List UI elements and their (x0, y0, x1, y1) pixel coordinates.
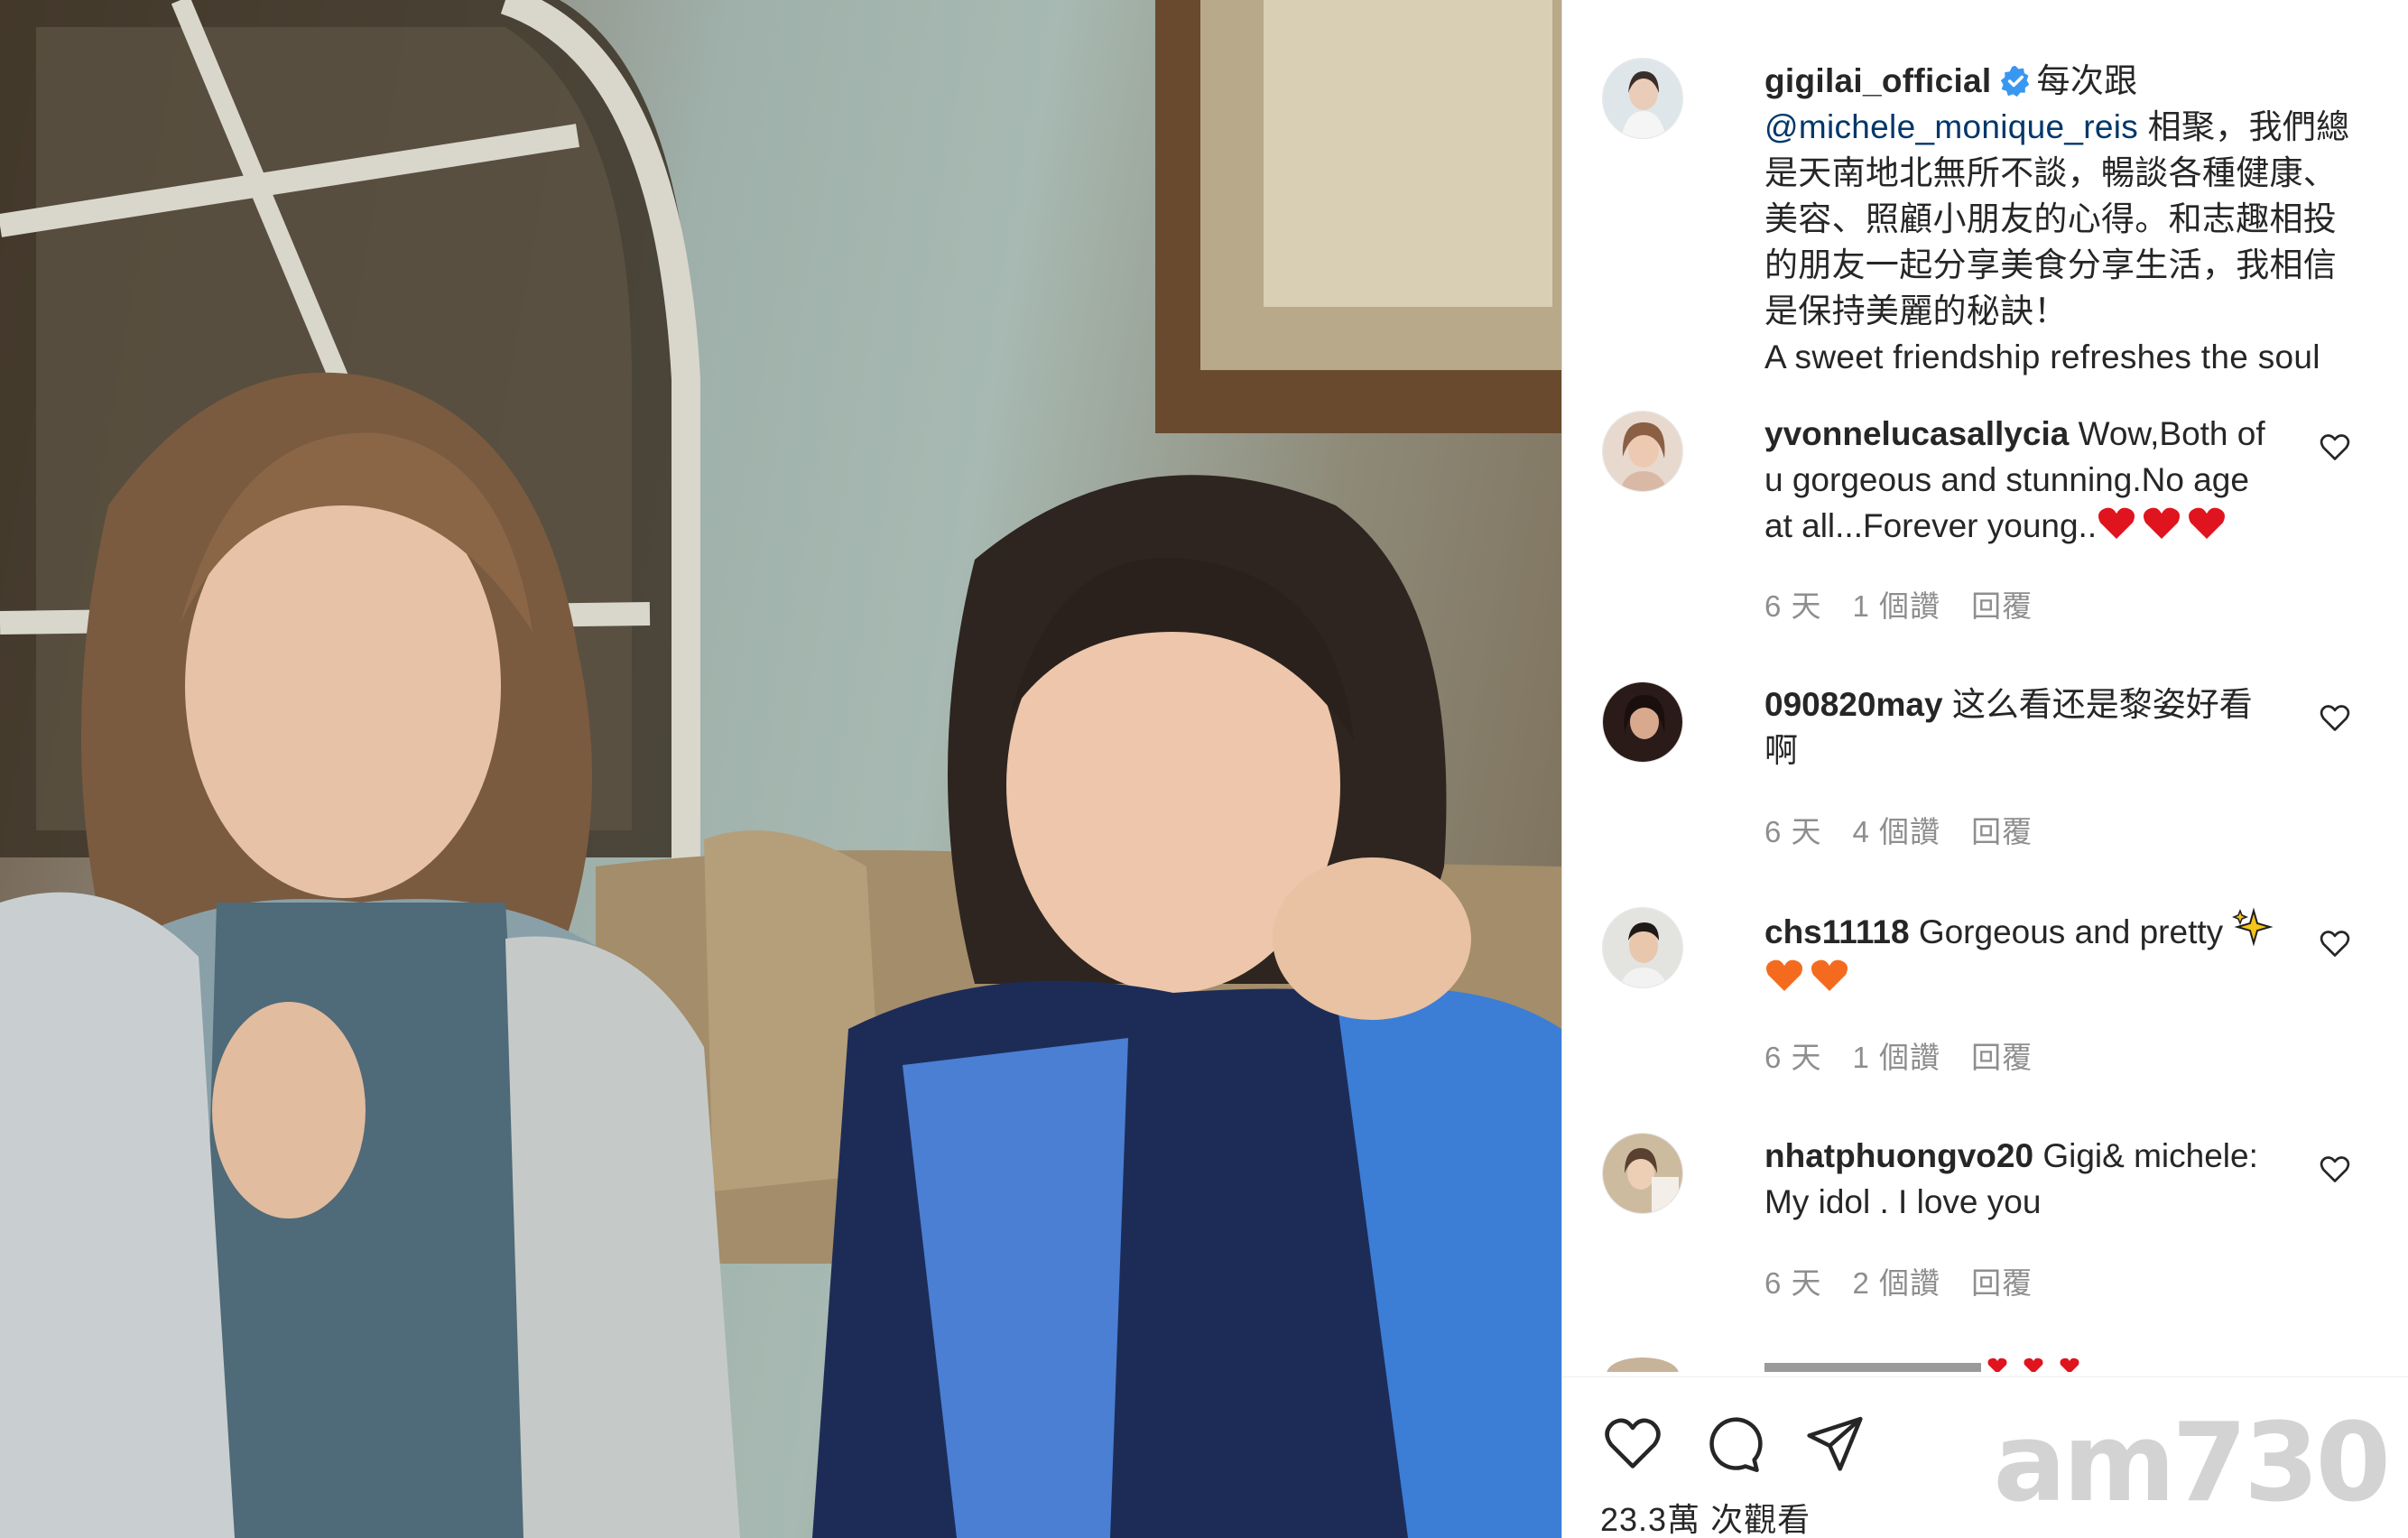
view-count-number: 23.3萬 (1600, 1501, 1701, 1538)
caption-mention-link[interactable]: @michele_monique_reis (1764, 108, 2138, 145)
comment-reply-button[interactable]: 回覆 (1971, 1041, 2033, 1074)
comment-likes[interactable]: 1 個讚 (1853, 1041, 1941, 1074)
commenter-avatar[interactable] (1602, 1133, 1683, 1214)
panel-divider (1562, 1376, 2408, 1377)
comment-item-partial (1602, 1354, 2387, 1372)
comment-time[interactable]: 6 天 (1764, 815, 1822, 848)
commenter-avatar[interactable] (1602, 411, 1683, 492)
comment-text: nhatphuongvo20 Gigi& michele: My idol . … (1764, 1133, 2288, 1225)
comment-time[interactable]: 6 天 (1764, 1041, 1822, 1074)
caption-text: gigilai_official 每次跟 @michele_monique_re… (1764, 58, 2378, 380)
caption-line: 是保持美麗的秘訣！ (1764, 292, 2068, 329)
share-icon[interactable] (1804, 1413, 1866, 1474)
like-heart-icon[interactable] (1602, 1413, 1663, 1474)
caption-line: 每次跟 (2036, 62, 2138, 99)
commenter-username[interactable]: yvonnelucasallycia (1764, 415, 2069, 452)
caption-line: 相聚，我們總 (2138, 108, 2350, 145)
comment-like-icon[interactable] (2319, 927, 2351, 959)
caption-line: A sweet friendship refreshes the soul (1764, 338, 2320, 375)
comment-time[interactable]: 6 天 (1764, 589, 1822, 623)
action-bar (1602, 1413, 1905, 1476)
comment-line: Gigi& michele: (2042, 1137, 2258, 1174)
comment-line: 这么看还是黎姿好看 (1951, 686, 2253, 723)
comment-line: 啊 (1764, 732, 1798, 769)
comment-icon[interactable] (1703, 1413, 1764, 1474)
caption-line: 美容、照顧小朋友的心得。和志趣相投 (1764, 200, 2338, 237)
avatar-image (1603, 682, 1682, 762)
view-count-label: 次觀看 (1710, 1501, 1811, 1538)
comment-time[interactable]: 6 天 (1764, 1266, 1822, 1300)
commenter-username[interactable]: nhatphuongvo20 (1764, 1137, 2033, 1174)
comment-reply-button[interactable]: 回覆 (1971, 815, 2033, 848)
comment-line: at all...Forever young.. (1764, 507, 2098, 544)
comment-likes[interactable]: 1 個讚 (1853, 589, 1941, 623)
comment-likes[interactable]: 2 個讚 (1853, 1266, 1941, 1300)
comment-likes[interactable]: 4 個讚 (1853, 815, 1941, 848)
comment-reply-button[interactable]: 回覆 (1971, 1266, 2033, 1300)
photo-illustration (0, 0, 1561, 1538)
post-photo[interactable] (0, 0, 1561, 1538)
commenter-username[interactable]: 090820may (1764, 686, 1943, 723)
comment-like-icon[interactable] (2319, 1153, 2351, 1185)
orange-hearts-emoji-icon (1766, 959, 1848, 991)
commenter-avatar[interactable] (1602, 681, 1683, 763)
avatar-image (1603, 412, 1682, 491)
watermark-logo: am730 (1993, 1401, 2391, 1526)
comment-reply-button[interactable]: 回覆 (1971, 589, 2033, 623)
caption-line: 的朋友一起分享美食分享生活，我相信 (1764, 246, 2338, 283)
avatar-image (1603, 59, 1682, 138)
commenter-avatar[interactable] (1602, 907, 1683, 988)
comment-line: My idol . I love you (1764, 1183, 2042, 1220)
comment-meta: 6 天 1 個讚 回覆 (1764, 1033, 2063, 1077)
comment-text: 090820may 这么看还是黎姿好看 啊 (1764, 681, 2288, 774)
caption-line: 是天南地北無所不談，暢談各種健康、 (1764, 154, 2338, 191)
view-count: 23.3萬 次觀看 (1600, 1494, 1811, 1538)
comment-like-icon[interactable] (2319, 431, 2351, 463)
red-hearts-emoji-icon (2098, 507, 2226, 539)
comment-line: u gorgeous and stunning.No age (1764, 461, 2249, 498)
comment-text: yvonnelucasallycia Wow,Both of u gorgeou… (1764, 411, 2288, 549)
avatar-image (1603, 1134, 1682, 1213)
sparkles-emoji-icon (2232, 907, 2274, 947)
comment-meta: 6 天 1 個讚 回覆 (1764, 582, 2063, 625)
comments-panel: gigilai_official 每次跟 @michele_monique_re… (1561, 0, 2408, 1538)
comment-meta: 6 天 2 個讚 回覆 (1764, 1259, 2063, 1302)
author-avatar[interactable] (1602, 58, 1683, 139)
verified-icon (2000, 65, 2029, 97)
comment-meta: 6 天 4 個讚 回覆 (1764, 808, 2063, 851)
commenter-username[interactable]: chs11118 (1764, 913, 1910, 950)
comment-line: Gorgeous and pretty (1918, 913, 2224, 950)
avatar-image (1603, 908, 1682, 987)
author-username[interactable]: gigilai_official (1764, 62, 1992, 99)
comment-like-icon[interactable] (2319, 701, 2351, 734)
partial-comment-preview (1607, 1357, 2079, 1372)
comment-text: chs11118 Gorgeous and pretty (1764, 907, 2288, 1001)
comment-line: Wow,Both of (2078, 415, 2265, 452)
